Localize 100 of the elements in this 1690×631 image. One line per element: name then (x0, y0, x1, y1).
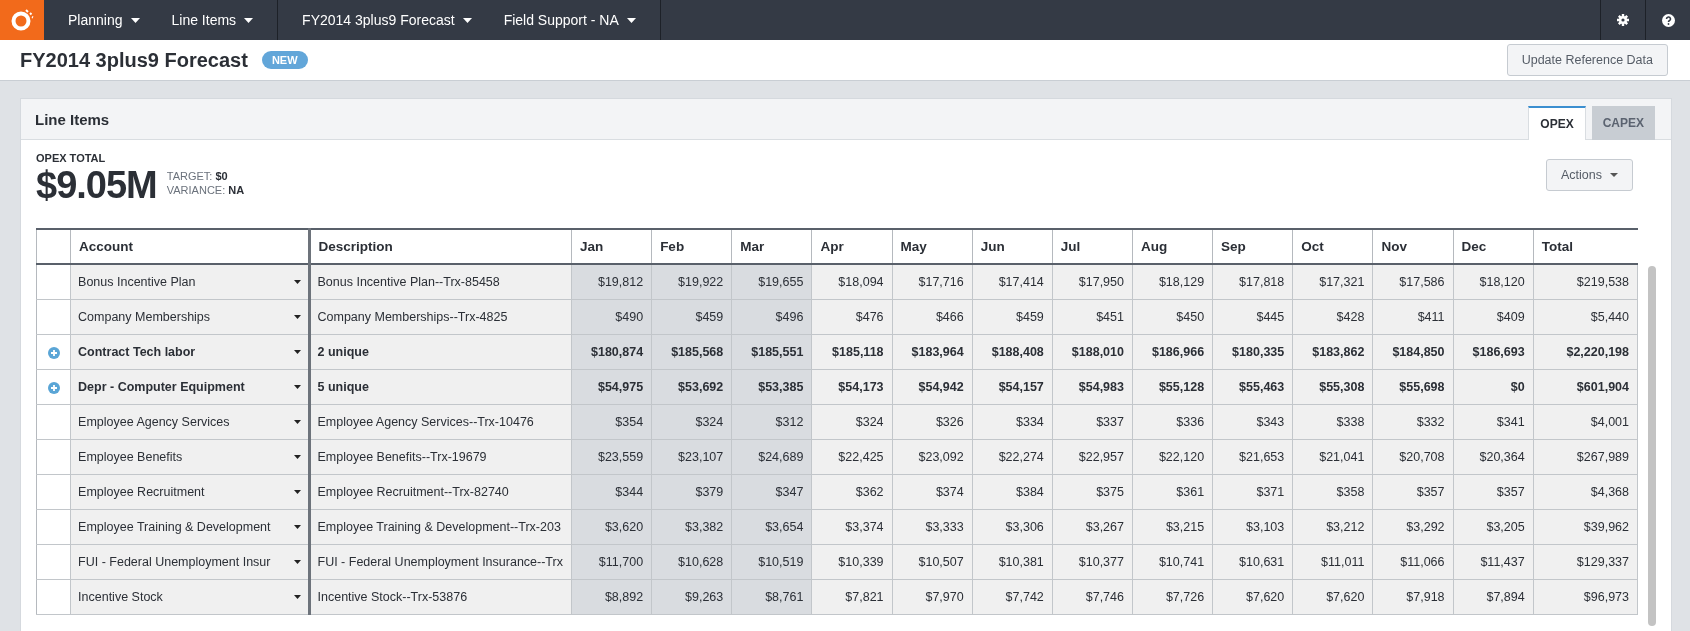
table-cell: $184,850 (1372, 334, 1454, 370)
table-cell: $55,698 (1372, 369, 1454, 405)
table-cell: $17,586 (1372, 264, 1454, 300)
table-cell: $186,693 (1453, 334, 1534, 370)
table-cell: $55,128 (1132, 369, 1213, 405)
column-header: Jul (1052, 229, 1133, 264)
table-cell: $496 (731, 299, 812, 335)
table-cell: $601,904 (1533, 369, 1638, 405)
scrollbar[interactable] (1648, 266, 1656, 626)
table-cell: $332 (1372, 404, 1454, 440)
status-badge: NEW (261, 51, 308, 69)
table-cell: $19,655 (731, 264, 812, 300)
table-cell: $11,700 (571, 544, 652, 580)
table-cell: $7,746 (1052, 579, 1133, 615)
table-cell: $17,321 (1292, 264, 1373, 300)
page-title: FY2014 3plus9 Forecast (20, 48, 248, 72)
table-cell: $17,414 (972, 264, 1053, 300)
table-cell: $347 (731, 474, 812, 510)
column-header: Aug (1132, 229, 1213, 264)
table-cell: $334 (972, 404, 1053, 440)
column-header: Jan (571, 229, 652, 264)
table-cell: $21,653 (1212, 439, 1293, 475)
tab[interactable]: OPEX (1528, 106, 1586, 140)
caret-icon (293, 455, 301, 459)
table-cell: $20,708 (1372, 439, 1454, 475)
table-cell: $22,957 (1052, 439, 1133, 475)
table-cell: $0 (1453, 369, 1534, 405)
table-cell: $7,821 (811, 579, 893, 615)
table-cell: $96,973 (1533, 579, 1638, 615)
actions-button[interactable]: Actions (1546, 159, 1633, 191)
caret-icon (293, 385, 301, 389)
table-cell: $354 (571, 404, 652, 440)
table-cell: $5,440 (1533, 299, 1638, 335)
table-cell: $18,094 (811, 264, 893, 300)
update-reference-data-button[interactable]: Update Reference Data (1506, 44, 1668, 76)
table-cell: Bonus Incentive Plan--Trx-85458 (309, 264, 572, 300)
logo-icon[interactable] (0, 0, 44, 40)
table-cell: $10,377 (1052, 544, 1133, 580)
expand-icon[interactable] (47, 346, 60, 359)
table-cell: $54,173 (811, 369, 893, 405)
caret-icon (293, 525, 301, 529)
caret-icon (293, 560, 301, 564)
column-header: Jun (972, 229, 1053, 264)
column-header: May (892, 229, 973, 264)
tab[interactable]: CAPEX (1591, 106, 1655, 140)
table-cell: $21,041 (1292, 439, 1373, 475)
nav-menu[interactable]: FY2014 3plus9 Forecast (286, 0, 488, 40)
panel-title: Line Items (35, 110, 110, 128)
table-cell: $362 (811, 474, 893, 510)
table-cell: $4,001 (1533, 404, 1638, 440)
table-cell: $341 (1453, 404, 1534, 440)
table-cell: $10,631 (1212, 544, 1293, 580)
caret-icon (293, 420, 301, 424)
nav-menu[interactable]: Line Items (155, 0, 270, 40)
table-cell: $312 (731, 404, 812, 440)
table-cell: $180,335 (1212, 334, 1293, 370)
total-label: OPEX TOTAL (36, 152, 107, 164)
caret-icon (130, 17, 140, 23)
table-cell: $411 (1372, 299, 1454, 335)
table-cell: $7,620 (1292, 579, 1373, 615)
column-header: Total (1533, 229, 1638, 264)
table-cell: $219,538 (1533, 264, 1638, 300)
target-text: TARGET: $0 (166, 170, 229, 182)
table-cell: $7,894 (1453, 579, 1534, 615)
table-cell: $384 (972, 474, 1053, 510)
table-cell: $7,620 (1212, 579, 1293, 615)
table-cell: $343 (1212, 404, 1293, 440)
table-cell: $267,989 (1533, 439, 1638, 475)
caret-icon (293, 280, 301, 284)
table-cell: Employee Training & Development--Trx-203 (309, 509, 572, 545)
table-cell: $11,437 (1453, 544, 1534, 580)
table-cell: $23,107 (651, 439, 732, 475)
table-cell: $11,066 (1372, 544, 1454, 580)
table-cell: $428 (1292, 299, 1373, 335)
column-header: Nov (1372, 229, 1454, 264)
table-cell: $188,408 (972, 334, 1053, 370)
table-cell: $3,215 (1132, 509, 1213, 545)
table-cell: $3,205 (1453, 509, 1534, 545)
table-cell: $54,975 (571, 369, 652, 405)
table-cell: $19,812 (571, 264, 652, 300)
table-cell: $55,463 (1212, 369, 1293, 405)
table-cell: $3,292 (1372, 509, 1454, 545)
table-cell: $39,962 (1533, 509, 1638, 545)
nav-menu[interactable]: Planning (52, 0, 156, 40)
caret-icon (293, 595, 301, 599)
table-cell: $3,620 (571, 509, 652, 545)
table-cell: $10,628 (651, 544, 732, 580)
nav-menu[interactable]: Field Support - NA (487, 0, 652, 40)
table-cell: $371 (1212, 474, 1293, 510)
expand-icon[interactable] (47, 381, 60, 394)
table-cell: $459 (972, 299, 1053, 335)
caret-icon (462, 17, 472, 23)
column-header: Dec (1453, 229, 1534, 264)
table-cell: $476 (811, 299, 893, 335)
total-value: $9.05M (36, 164, 157, 206)
column-header: Description (309, 229, 572, 264)
table-cell: $4,368 (1533, 474, 1638, 510)
table-cell: $375 (1052, 474, 1133, 510)
table-cell: $336 (1132, 404, 1213, 440)
table-cell: Employee Agency Services--Trx-10476 (309, 404, 572, 440)
